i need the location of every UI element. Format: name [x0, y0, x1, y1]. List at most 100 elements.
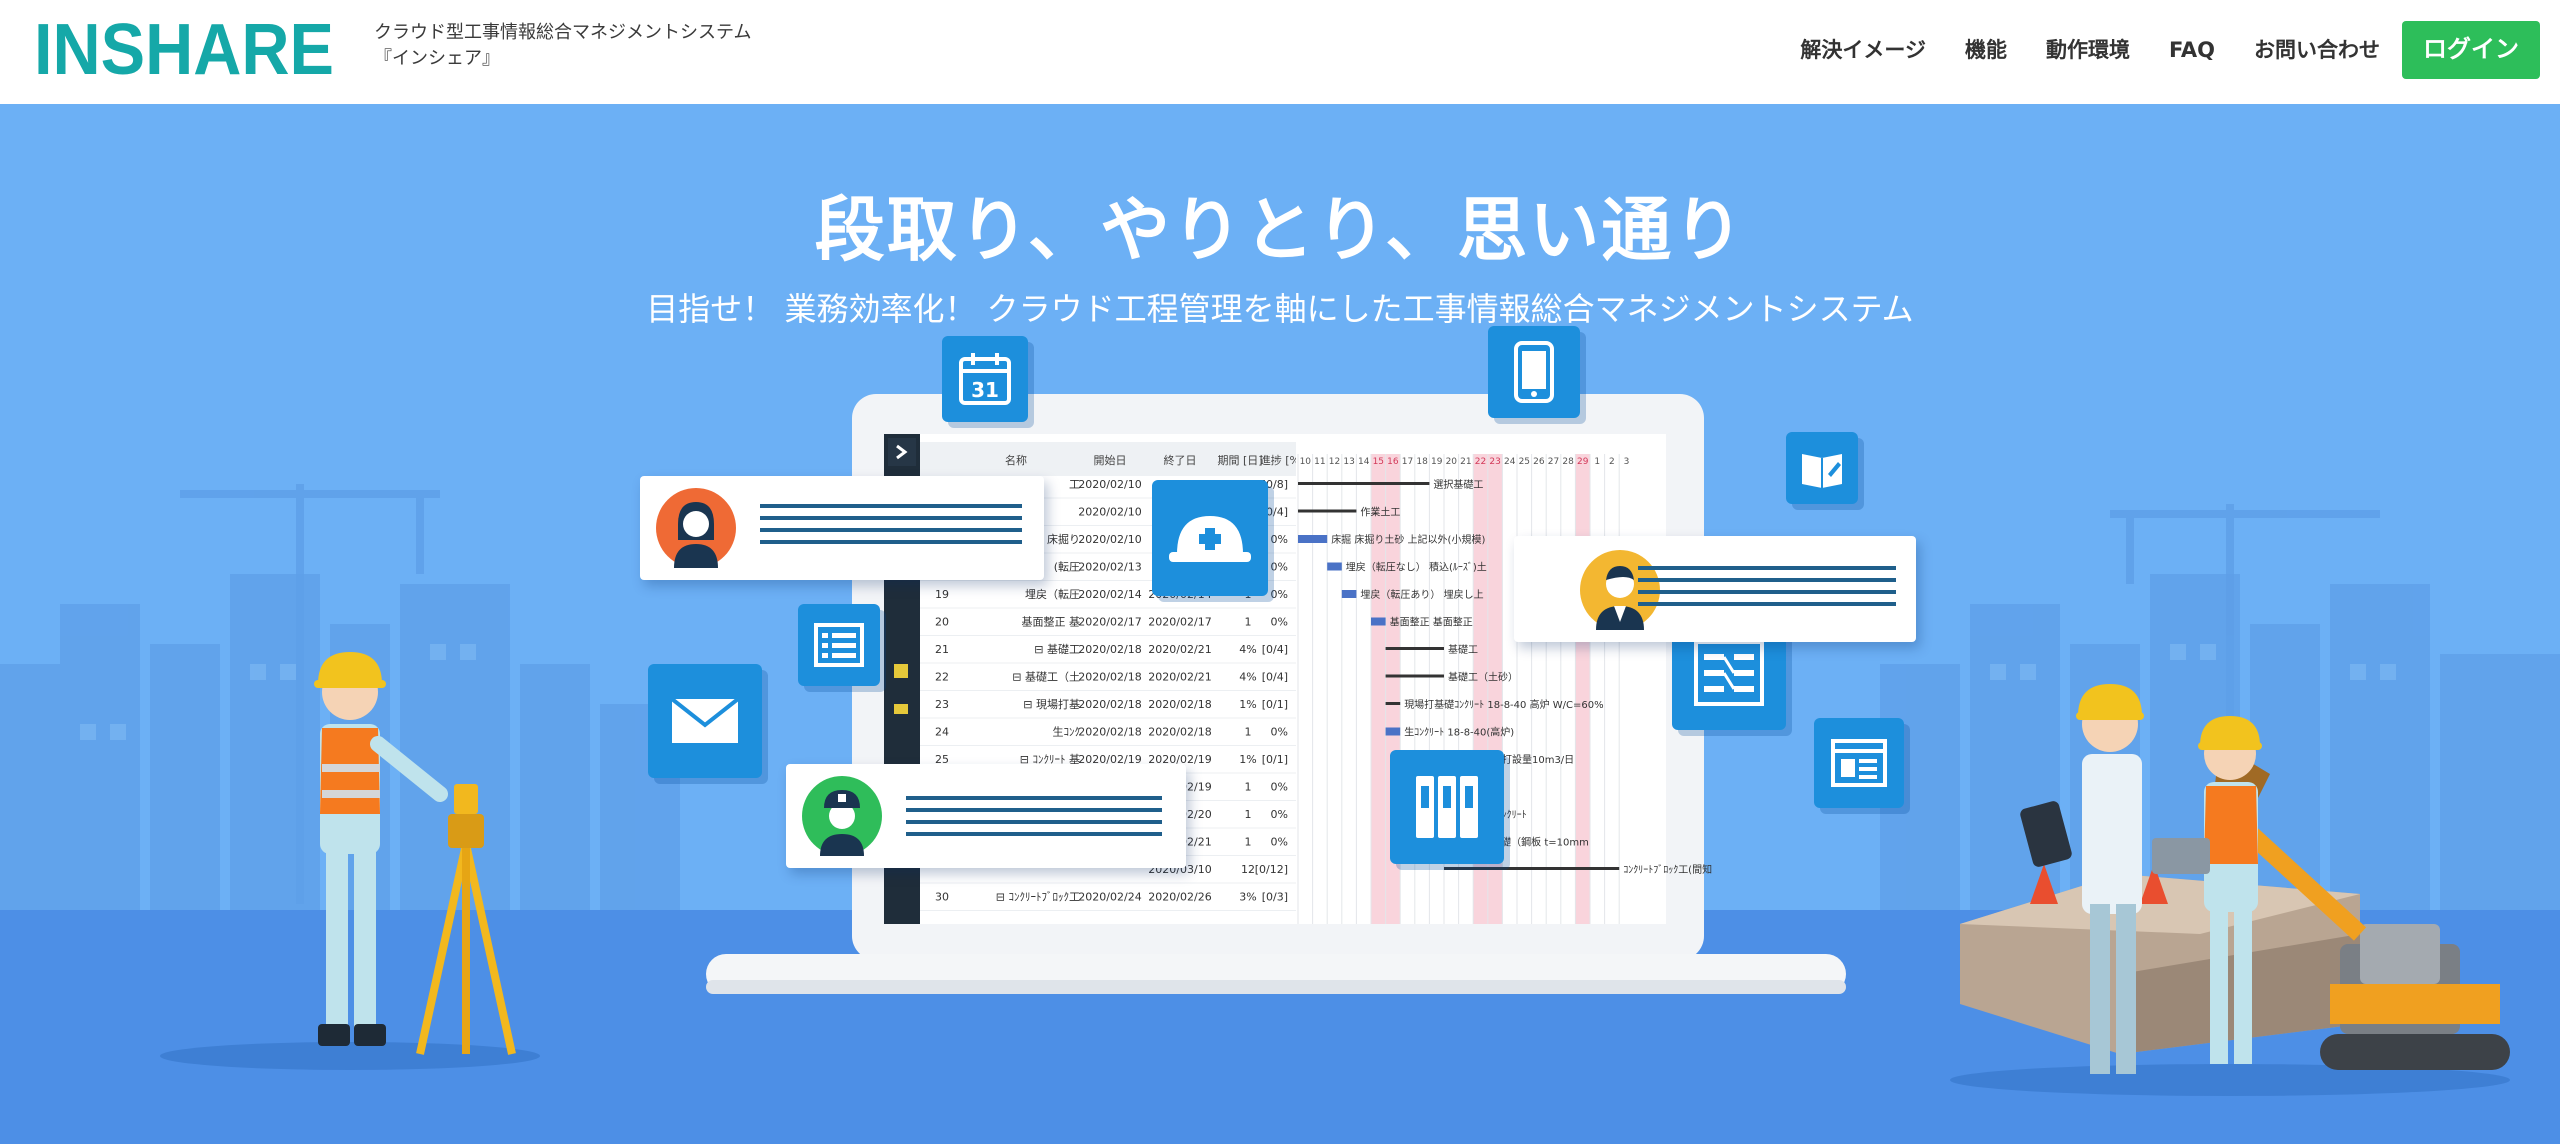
gantt-row-no: 19 — [935, 588, 949, 601]
gantt-bar-label: 基面整正 基面整正 — [1390, 616, 1473, 629]
message-card-woman — [640, 476, 1044, 580]
gantt-row-no: 21 — [935, 643, 949, 656]
gantt-row-progress: [0/3] — [1262, 891, 1288, 904]
gantt-row-start: 2020/02/10 — [1078, 506, 1141, 519]
nav-environment[interactable]: 動作環境 — [2046, 32, 2130, 68]
gantt-row-progress: [0/12] — [1255, 863, 1288, 876]
gantt-row-end: 2020/02/17 — [1148, 616, 1211, 629]
main-nav: 解決イメージ 機能 動作環境 FAQ お問い合わせ — [1761, 32, 2380, 68]
gantt-row-name: 埋戻（転圧 — [1025, 588, 1080, 601]
gantt-row-progress: 0% — [1271, 561, 1288, 574]
gantt-row-progress: 0% — [1271, 588, 1288, 601]
gantt-row-no: 24 — [935, 726, 949, 739]
tagline-line-2: 『インシェア』 — [374, 48, 500, 69]
gantt-row-duration: 4% — [1239, 671, 1256, 684]
gantt-header-1: 開始日 — [1094, 453, 1127, 467]
gantt-day-label: 13 — [1343, 457, 1354, 467]
gantt-summary-bar — [1298, 509, 1357, 513]
gantt-row-duration: 1 — [1245, 781, 1252, 794]
gantt-row-progress: 0% — [1271, 726, 1288, 739]
gantt-row-name: (転圧 — [1054, 561, 1080, 574]
gantt-bar-label: 生ｺﾝｸﾘｰﾄ 18-8-40(高炉) — [1404, 726, 1514, 739]
gantt-day-label: 18 — [1416, 457, 1428, 467]
gantt-row-end: 2020/02/18 — [1148, 726, 1211, 739]
gantt-row-start: 2020/02/18 — [1078, 643, 1141, 656]
inshare-logo[interactable]: INSHARE — [34, 14, 338, 80]
gantt-row-end: 2020/02/18 — [1148, 698, 1211, 711]
gantt-day-label: 17 — [1402, 457, 1413, 467]
gantt-day-label: 11 — [1314, 457, 1325, 467]
gantt-day-label: 22 — [1475, 457, 1486, 467]
gantt-row-name: ⊟ 基礎工（土 — [1012, 671, 1080, 684]
gantt-row-start: 2020/02/18 — [1078, 698, 1141, 711]
gantt-day-label: 25 — [1519, 457, 1530, 467]
gantt-day-label: 10 — [1300, 457, 1312, 467]
login-button[interactable]: ログイン — [2402, 21, 2540, 79]
browser-window-icon — [1814, 718, 1904, 808]
gantt-row-name: ⊟ ｺﾝｸﾘｰﾄﾌﾞﾛｯｸ工 — [996, 891, 1080, 904]
gantt-bar-label: ｺﾝｸﾘｰﾄﾌﾞﾛｯｸ工(間知 — [1623, 863, 1712, 876]
gantt-row-duration: 1% — [1239, 753, 1256, 766]
gantt-row-no: 22 — [935, 671, 949, 684]
gantt-day-label: 3 — [1624, 457, 1630, 467]
gantt-day-label: 24 — [1504, 457, 1516, 467]
gantt-row-progress: [0/4] — [1262, 643, 1288, 656]
gantt-row-progress: [0/1] — [1262, 753, 1288, 766]
gantt-day-label: 1 — [1594, 457, 1600, 467]
gantt-row-duration: 1 — [1245, 616, 1252, 629]
nav-contact[interactable]: お問い合わせ — [2254, 32, 2380, 68]
gantt-day-label: 12 — [1329, 457, 1340, 467]
gantt-day-label: 27 — [1548, 457, 1559, 467]
gantt-day-label: 15 — [1373, 457, 1384, 467]
gantt-row-duration: 1 — [1245, 726, 1252, 739]
gantt-row-end: 2020/02/21 — [1148, 671, 1211, 684]
gantt-day-label: 23 — [1489, 457, 1500, 467]
gantt-summary-bar — [1385, 674, 1444, 678]
nav-features[interactable]: 機能 — [1965, 32, 2007, 68]
gantt-bar-label: 埋戻（転圧なし） 積込(ﾙｰｽﾞ)土 — [1346, 561, 1487, 574]
worker-avatar — [802, 776, 882, 856]
gantt-row-start: 2020/02/17 — [1078, 616, 1141, 629]
gantt-row-end: 2020/02/21 — [1148, 643, 1211, 656]
hero-section: 段取り、やりとり、思い通り 目指せ！ 業務効率化！ クラウド工程管理を軸にした工… — [0, 104, 2560, 1144]
gantt-row-start: 2020/02/10 — [1078, 478, 1141, 491]
nav-solution-image[interactable]: 解決イメージ — [1800, 32, 1926, 68]
gantt-row-duration: 3% — [1239, 891, 1256, 904]
site-tagline: クラウド型工事情報総合マネジメントシステム 『インシェア』 — [374, 20, 751, 72]
gantt-row-start: 2020/02/10 — [1078, 533, 1141, 546]
engineers-excavator-illustration — [1950, 684, 2510, 1096]
gantt-bar-label: 基礎工 — [1448, 643, 1478, 656]
gantt-day-label: 19 — [1431, 457, 1443, 467]
gantt-row-progress: 0% — [1271, 808, 1288, 821]
gantt-header-0: 名称 — [1005, 453, 1027, 467]
gantt-day-label: 21 — [1460, 457, 1471, 467]
message-card-man — [1514, 536, 1916, 642]
binders-icon — [1390, 750, 1504, 864]
gantt-row-duration: 1% — [1239, 698, 1256, 711]
gantt-summary-bar — [1385, 702, 1401, 705]
gantt-task-bar — [1341, 590, 1357, 598]
helmet-icon — [1152, 480, 1268, 596]
gantt-day-label: 29 — [1577, 457, 1589, 467]
gantt-bar-label: 埋戻（転圧あり） 埋戻し上 — [1360, 588, 1483, 601]
gantt-task-bar — [1385, 727, 1401, 736]
gantt-row-name: ⊟ 基礎工 — [1034, 643, 1080, 656]
gantt-row-name: ⊟ 現場打基 — [1023, 697, 1080, 711]
gantt-day-label: 28 — [1562, 457, 1574, 467]
woman-avatar — [656, 488, 736, 568]
weekend-column — [1371, 454, 1386, 924]
gantt-summary-bar — [1298, 482, 1430, 485]
weekend-column — [1575, 454, 1590, 924]
logo-text: INSHARE — [34, 14, 334, 80]
gantt-row-end: 2020/02/26 — [1148, 891, 1211, 904]
mail-icon — [648, 664, 762, 778]
message-card-worker — [786, 764, 1186, 868]
gantt-row-duration: 4% — [1239, 643, 1256, 656]
nav-faq[interactable]: FAQ — [2169, 32, 2215, 68]
gantt-row-start: 2020/02/24 — [1078, 891, 1141, 904]
gantt-row-start: 2020/02/18 — [1078, 671, 1141, 684]
gantt-row-no: 23 — [935, 698, 949, 711]
gantt-day-label: 2 — [1609, 457, 1615, 467]
notebook-icon — [1786, 432, 1858, 504]
gantt-row-progress: [0/4] — [1262, 671, 1288, 684]
